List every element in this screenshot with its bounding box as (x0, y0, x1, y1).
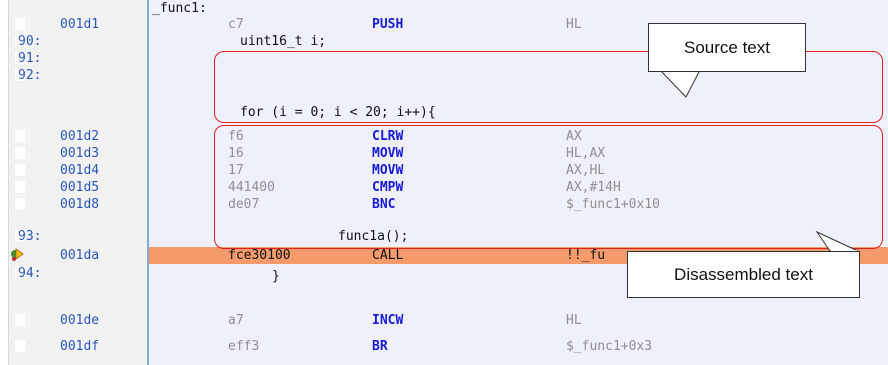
source-text-callout: Source text (648, 23, 806, 72)
disassembly-view: _func1: 001d1 c7 PUSH HL 90: uint16_t i;… (0, 0, 888, 365)
disassembled-text-callout: Disassembled text (627, 251, 860, 298)
